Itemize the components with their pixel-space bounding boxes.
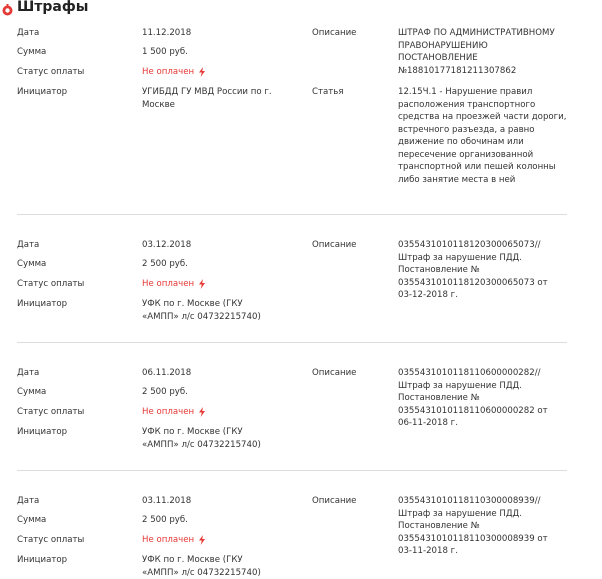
- initiator-line: «АМПП» л/с 04732215740): [142, 439, 302, 452]
- description-value: 0355431010118120300065073// Штраф за нар…: [398, 239, 568, 302]
- initiator-label: Инициатор: [17, 86, 67, 99]
- initiator-label: Инициатор: [17, 554, 67, 567]
- status-text: Не оплачен: [142, 278, 194, 291]
- divider: [17, 342, 567, 343]
- payment-status: Не оплачен: [142, 534, 302, 547]
- description-label: Описание: [312, 27, 356, 40]
- description-line: 0355431010118120300065073//: [398, 239, 568, 252]
- divider: [17, 470, 567, 471]
- amount-label: Сумма: [17, 514, 46, 527]
- article-line: либо занятие места в ней: [398, 174, 568, 187]
- initiator-line: Москве: [142, 99, 302, 112]
- fines-logo-icon: [2, 1, 13, 13]
- description-line: 0355431010118120300065073 от: [398, 277, 568, 290]
- payment-status: Не оплачен: [142, 406, 302, 419]
- date-label: Дата: [17, 495, 39, 508]
- description-line: 0355431010118110300008939 от: [398, 533, 568, 546]
- description-line: Постановление №: [398, 392, 568, 405]
- description-line: Штраф за нарушение ПДД.: [398, 380, 568, 393]
- description-label: Описание: [312, 239, 356, 252]
- description-line: 06-11-2018 г.: [398, 417, 568, 430]
- initiator-label: Инициатор: [17, 298, 67, 311]
- initiator-value: УФК по г. Москве (ГКУ «АМПП» л/с 0473221…: [142, 298, 302, 323]
- date-label: Дата: [17, 27, 39, 40]
- initiator-line: УФК по г. Москве (ГКУ: [142, 298, 302, 311]
- description-label: Описание: [312, 367, 356, 380]
- status-label: Статус оплаты: [17, 534, 84, 547]
- date-value: 03.11.2018: [142, 495, 302, 508]
- article-value: 12.15Ч.1 - Нарушение правил расположения…: [398, 86, 568, 186]
- initiator-line: «АМПП» л/с 04732215740): [142, 567, 302, 579]
- description-line: ПОСТАНОВЛЕНИЕ: [398, 52, 568, 65]
- initiator-line: УФК по г. Москве (ГКУ: [142, 554, 302, 567]
- date-label: Дата: [17, 367, 39, 380]
- description-line: №18810177181211307862: [398, 65, 568, 78]
- description-value: 0355431010118110300008939// Штраф за нар…: [398, 495, 568, 558]
- date-label: Дата: [17, 239, 39, 252]
- article-line: встречного разъезда, а равно: [398, 124, 568, 137]
- description-line: 0355431010118110600000282//: [398, 367, 568, 380]
- description-line: 0355431010118110600000282 от: [398, 405, 568, 418]
- initiator-value: УГИБДД ГУ МВД России по г. Москве: [142, 86, 302, 111]
- article-line: 12.15Ч.1 - Нарушение правил: [398, 86, 568, 99]
- initiator-value: УФК по г. Москве (ГКУ «АМПП» л/с 0473221…: [142, 426, 302, 451]
- initiator-line: УГИБДД ГУ МВД России по г.: [142, 86, 302, 99]
- amount-label: Сумма: [17, 258, 46, 271]
- status-text: Не оплачен: [142, 406, 194, 419]
- initiator-line: УФК по г. Москве (ГКУ: [142, 426, 302, 439]
- amount-value: 2 500 руб.: [142, 386, 302, 399]
- date-value: 03.12.2018: [142, 239, 302, 252]
- description-line: ПРАВОНАРУШЕНИЮ: [398, 40, 568, 53]
- status-label: Статус оплаты: [17, 278, 84, 291]
- lightning-icon: [198, 407, 206, 417]
- lightning-icon: [198, 67, 206, 77]
- article-line: пересечение организованной: [398, 149, 568, 162]
- date-value: 11.12.2018: [142, 27, 302, 40]
- payment-status: Не оплачен: [142, 278, 302, 291]
- date-value: 06.11.2018: [142, 367, 302, 380]
- status-text: Не оплачен: [142, 66, 194, 79]
- initiator-label: Инициатор: [17, 426, 67, 439]
- page-title: Штрафы: [17, 0, 88, 15]
- status-label: Статус оплаты: [17, 66, 84, 79]
- lightning-icon: [198, 279, 206, 289]
- description-line: Постановление №: [398, 520, 568, 533]
- article-line: движение по обочинам или: [398, 136, 568, 149]
- status-text: Не оплачен: [142, 534, 194, 547]
- description-line: Штраф за нарушение ПДД.: [398, 252, 568, 265]
- amount-label: Сумма: [17, 386, 46, 399]
- article-line: расположения транспортного: [398, 99, 568, 112]
- description-line: 03-11-2018 г.: [398, 545, 568, 558]
- description-value: ШТРАФ ПО АДМИНИСТРАТИВНОМУ ПРАВОНАРУШЕНИ…: [398, 27, 568, 77]
- description-line: Штраф за нарушение ПДД.: [398, 508, 568, 521]
- amount-label: Сумма: [17, 46, 46, 59]
- article-line: средства на проезжей части дороги,: [398, 111, 568, 124]
- description-value: 0355431010118110600000282// Штраф за нар…: [398, 367, 568, 430]
- article-label: Статья: [312, 86, 344, 99]
- description-line: 03-12-2018 г.: [398, 289, 568, 302]
- status-label: Статус оплаты: [17, 406, 84, 419]
- description-line: 0355431010118110300008939//: [398, 495, 568, 508]
- amount-value: 2 500 руб.: [142, 514, 302, 527]
- payment-status: Не оплачен: [142, 66, 302, 79]
- description-line: Постановление №: [398, 264, 568, 277]
- page-header: Штрафы: [2, 0, 88, 16]
- lightning-icon: [198, 535, 206, 545]
- amount-value: 2 500 руб.: [142, 258, 302, 271]
- amount-value: 1 500 руб.: [142, 46, 302, 59]
- description-label: Описание: [312, 495, 356, 508]
- article-line: транспортной или пешей колонны: [398, 161, 568, 174]
- initiator-line: «АМПП» л/с 04732215740): [142, 311, 302, 324]
- divider: [17, 214, 567, 215]
- description-line: ШТРАФ ПО АДМИНИСТРАТИВНОМУ: [398, 27, 568, 40]
